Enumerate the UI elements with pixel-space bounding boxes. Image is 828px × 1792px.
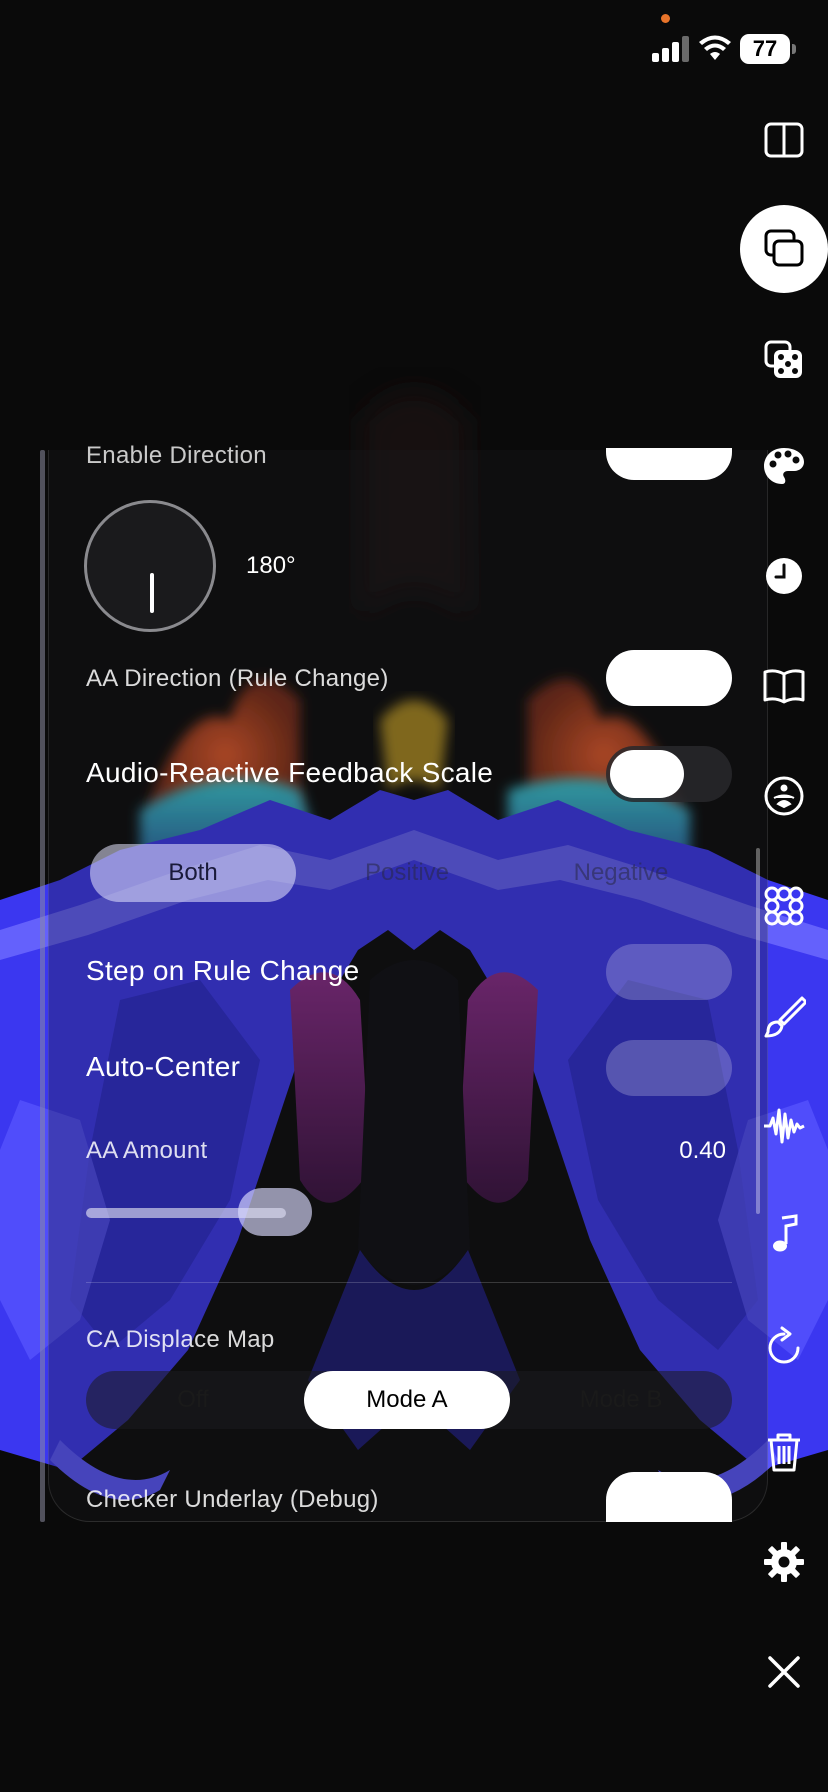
- ca-mode-segmented-control: Off Mode A Mode B: [86, 1371, 732, 1429]
- trash-icon[interactable]: [756, 1424, 812, 1480]
- ca-mode-b[interactable]: Mode B: [518, 1371, 724, 1429]
- aa-amount-slider-thumb[interactable]: [238, 1188, 312, 1236]
- aa-direction-label: AA Direction (Rule Change): [86, 665, 389, 692]
- checker-underlay-toggle[interactable]: [606, 1472, 732, 1522]
- recording-indicator: [661, 14, 670, 23]
- palette-icon[interactable]: [756, 438, 812, 494]
- section-divider: [86, 1282, 732, 1283]
- auto-center-toggle[interactable]: [606, 1040, 732, 1096]
- refresh-icon[interactable]: [756, 1320, 812, 1376]
- brush-icon[interactable]: [756, 988, 812, 1044]
- battery-indicator: 77: [740, 34, 796, 64]
- panel-edge: [40, 450, 45, 1522]
- ca-displace-label: CA Displace Map: [86, 1326, 275, 1353]
- feedback-scale-toggle[interactable]: [606, 746, 732, 802]
- direction-dial[interactable]: [84, 500, 216, 632]
- battery-level: 77: [740, 34, 790, 64]
- wifi-icon: [699, 35, 731, 60]
- aa-amount-label: AA Amount: [86, 1137, 208, 1164]
- ca-mode-a[interactable]: Mode A: [304, 1371, 510, 1429]
- dice-icon[interactable]: [756, 332, 812, 388]
- enable-direction-label: Enable Direction: [86, 442, 267, 469]
- meditation-icon[interactable]: [756, 768, 812, 824]
- toggle-knob: [610, 750, 684, 798]
- feedback-scale-label: Audio-Reactive Feedback Scale: [86, 757, 494, 788]
- ca-mode-off[interactable]: Off: [90, 1371, 296, 1429]
- polarity-option-both[interactable]: Both: [90, 844, 296, 902]
- aa-amount-value: 0.40: [679, 1137, 726, 1164]
- status-bar: 77: [0, 0, 828, 100]
- dial-needle: [150, 573, 154, 613]
- direction-value: 180°: [246, 552, 296, 579]
- auto-center-label: Auto-Center: [86, 1051, 241, 1082]
- polarity-option-positive[interactable]: Positive: [304, 844, 510, 902]
- flower-pattern-icon[interactable]: [756, 878, 812, 934]
- layers-icon[interactable]: [740, 205, 828, 293]
- book-icon[interactable]: [756, 658, 812, 714]
- close-icon[interactable]: [756, 1644, 812, 1700]
- clock-icon[interactable]: [756, 548, 812, 604]
- signal-bars-icon: [652, 36, 690, 62]
- step-on-rule-toggle[interactable]: [606, 944, 732, 1000]
- checker-underlay-label: Checker Underlay (Debug): [86, 1486, 379, 1513]
- music-note-icon[interactable]: [756, 1206, 812, 1262]
- step-on-rule-label: Step on Rule Change: [86, 955, 360, 986]
- gear-icon[interactable]: [756, 1534, 812, 1590]
- polarity-segmented-control: Both Positive Negative: [86, 844, 732, 902]
- split-view-icon[interactable]: [756, 112, 812, 168]
- waveform-icon[interactable]: [756, 1098, 812, 1154]
- polarity-option-negative[interactable]: Negative: [518, 844, 724, 902]
- aa-direction-toggle[interactable]: [606, 650, 732, 706]
